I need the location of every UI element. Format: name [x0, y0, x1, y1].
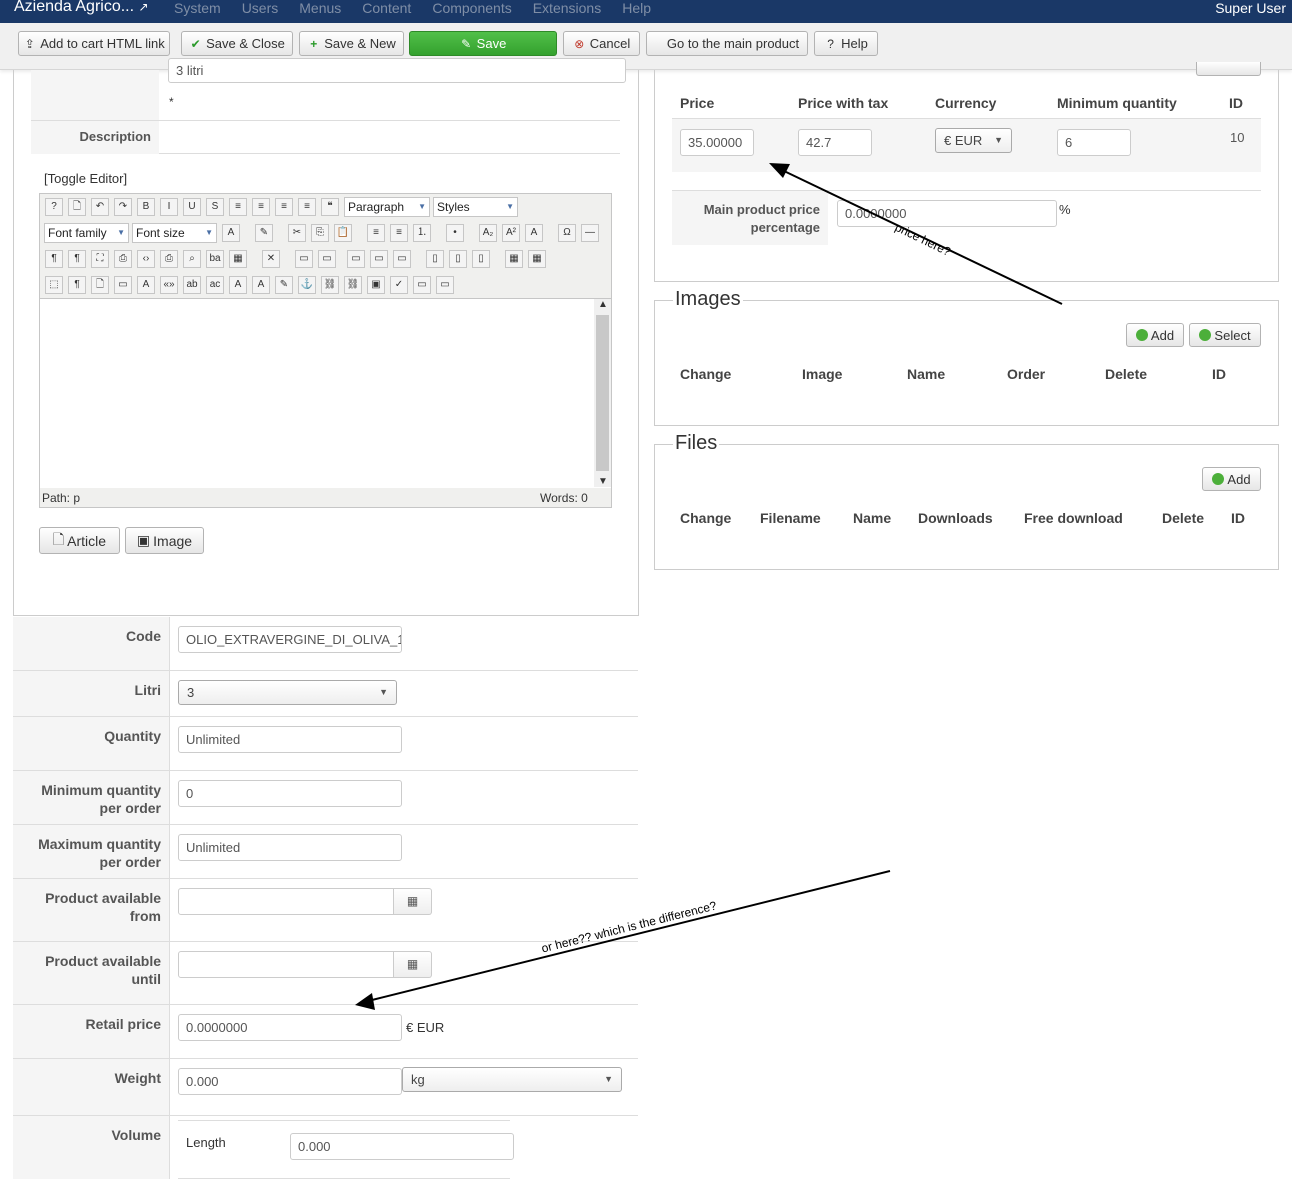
annotation-overlay [355, 163, 1063, 1010]
annotation-arrowhead-1 [769, 163, 790, 178]
annotation-arrowhead-2 [355, 993, 375, 1010]
annotation-arrow-2 [371, 870, 891, 1001]
